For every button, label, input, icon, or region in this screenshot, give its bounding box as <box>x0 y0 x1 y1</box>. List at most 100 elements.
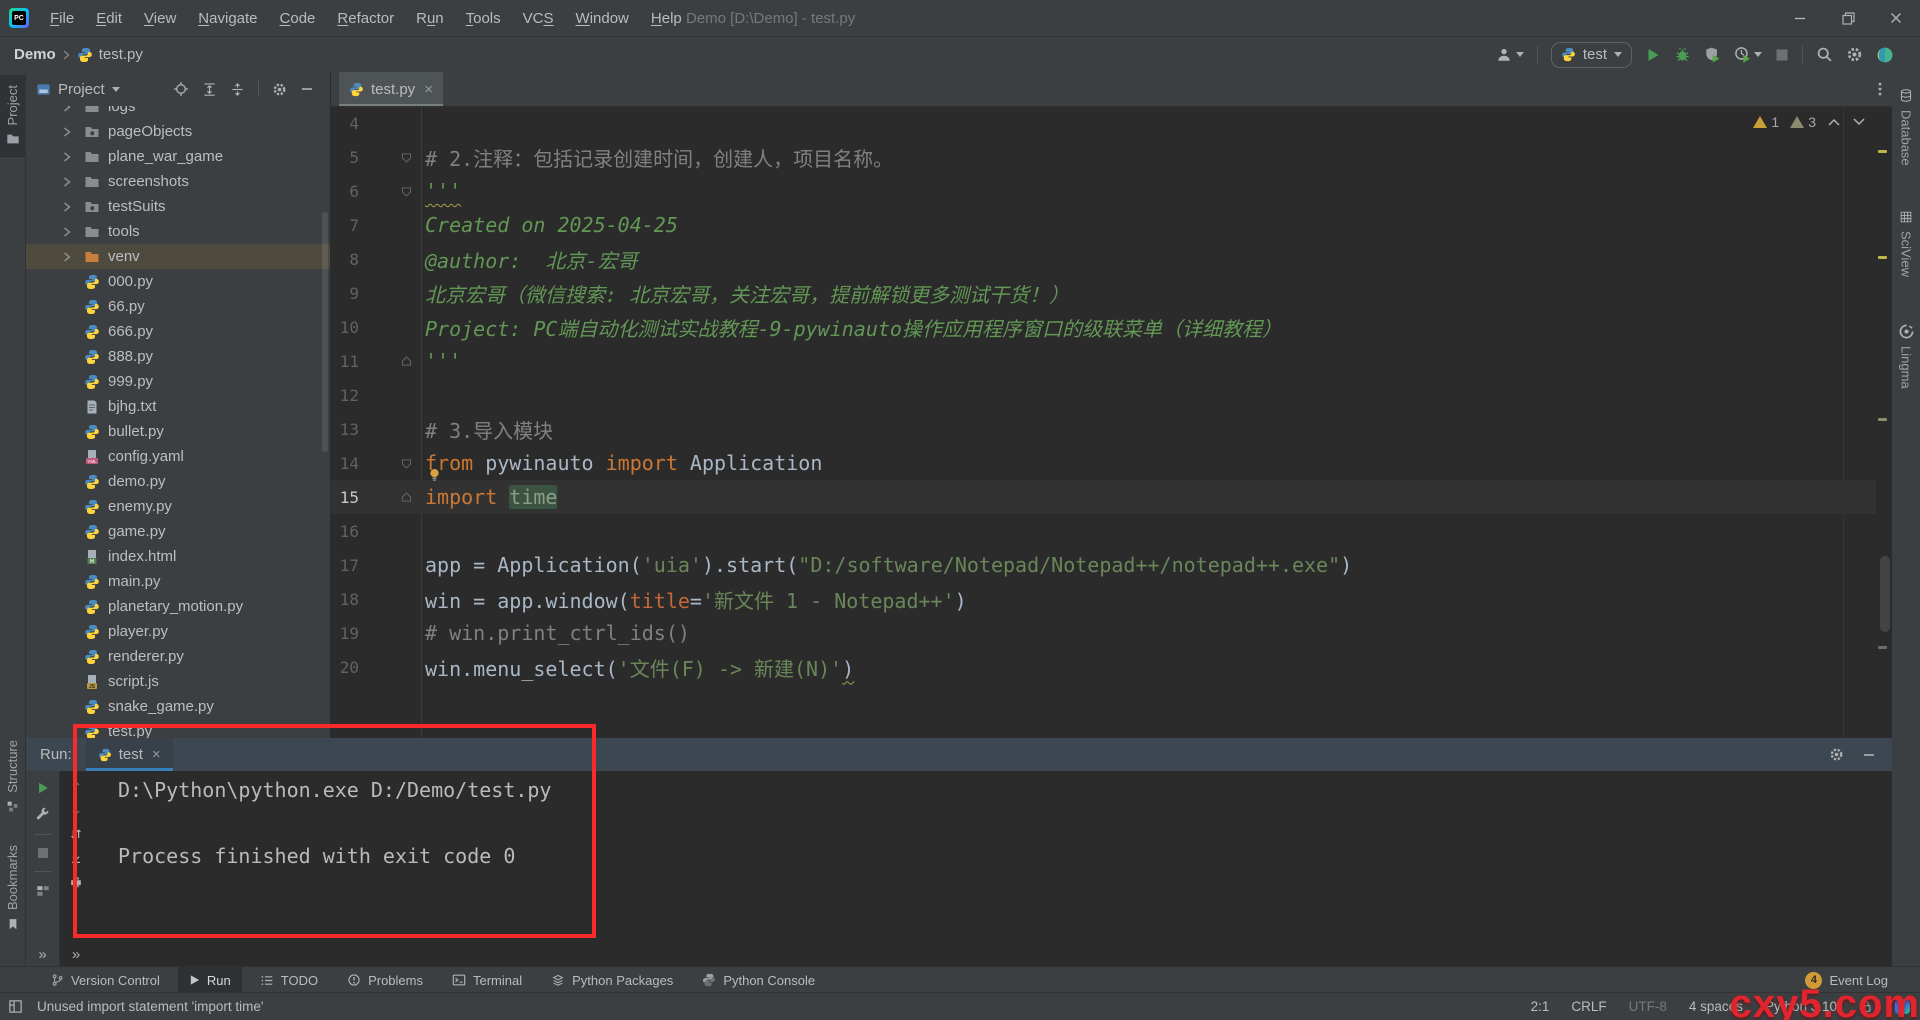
tree-item-game.py[interactable]: game.py <box>26 519 330 544</box>
ai-assistant-sphere-icon[interactable] <box>1876 46 1894 64</box>
tree-item-script.js[interactable]: JS script.js <box>26 669 330 694</box>
tree-item-66.py[interactable]: 66.py <box>26 294 330 319</box>
code-line-6[interactable]: 6 ''' <box>331 174 1876 208</box>
menu-tools[interactable]: Tools <box>455 10 512 27</box>
tree-item-player.py[interactable]: player.py <box>26 619 330 644</box>
project-scrollbar[interactable] <box>322 212 328 452</box>
line-number[interactable]: 11 <box>331 352 359 371</box>
more-options-icon[interactable]: » <box>38 946 46 963</box>
fold-marker-icon[interactable] <box>359 185 421 198</box>
stripe-bookmarks-button[interactable]: Bookmarks <box>0 845 25 931</box>
inspections-widget[interactable]: 1 3 <box>1753 114 1866 130</box>
tree-item-config.yaml[interactable]: YML config.yaml <box>26 444 330 469</box>
prev-warning-icon[interactable] <box>1827 117 1841 127</box>
tree-item-planetary_motion.py[interactable]: planetary_motion.py <box>26 594 330 619</box>
toolwindow-run[interactable]: Run <box>177 967 242 993</box>
line-number[interactable]: 9 <box>331 284 359 303</box>
status-2-1[interactable]: 2:1 <box>1531 999 1550 1014</box>
hide-run-panel-icon[interactable] <box>1862 748 1876 762</box>
tree-item-snake_game.py[interactable]: snake_game.py <box>26 694 330 719</box>
error-stripe[interactable] <box>1878 106 1888 738</box>
down-stack-trace-icon[interactable] <box>69 803 83 817</box>
line-number[interactable]: 10 <box>331 318 359 337</box>
code-line-7[interactable]: 7 Created on 2025-04-25 <box>331 208 1876 242</box>
code-line-17[interactable]: 17 app = Application('uia').start("D:/sof… <box>331 548 1876 582</box>
stop-button[interactable] <box>1775 48 1789 62</box>
tree-item-logs[interactable]: logs <box>26 106 330 119</box>
menu-window[interactable]: Window <box>565 10 640 27</box>
menu-navigate[interactable]: Navigate <box>187 10 268 27</box>
tree-item-666.py[interactable]: 666.py <box>26 319 330 344</box>
code-line-4[interactable]: 4 <box>331 106 1876 140</box>
locate-file-icon[interactable] <box>173 81 189 97</box>
fold-marker-icon[interactable] <box>359 355 421 368</box>
line-number[interactable]: 12 <box>331 386 359 405</box>
breadcrumb-project[interactable]: Demo <box>14 46 56 63</box>
editor-tab-test-py[interactable]: test.py × <box>339 72 443 106</box>
stripe-structure-button[interactable]: Structure <box>0 740 25 813</box>
restore-button[interactable] <box>1824 0 1872 36</box>
code-line-12[interactable]: 12 <box>331 378 1876 412</box>
chevron-right-icon[interactable] <box>62 226 84 238</box>
code-line-14[interactable]: 14 from pywinauto import Application <box>331 446 1876 481</box>
gear-icon[interactable] <box>272 82 287 97</box>
tree-item-bullet.py[interactable]: bullet.py <box>26 419 330 444</box>
tree-item-pageObjects[interactable]: pageObjects <box>26 119 330 144</box>
tree-item-renderer.py[interactable]: renderer.py <box>26 644 330 669</box>
code-line-19[interactable]: 19 # win.print_ctrl_ids() <box>331 616 1876 650</box>
toolwindow-version-control[interactable]: Version Control <box>40 967 171 993</box>
stop-button[interactable] <box>37 847 49 859</box>
debug-button[interactable] <box>1674 46 1691 63</box>
close-tab-icon[interactable]: × <box>152 746 161 763</box>
chevron-right-icon[interactable] <box>62 126 84 138</box>
tree-item-enemy.py[interactable]: enemy.py <box>26 494 330 519</box>
tree-item-bjhg.txt[interactable]: bjhg.txt <box>26 394 330 419</box>
menu-file[interactable]: File <box>39 10 85 27</box>
chevron-right-icon[interactable] <box>62 151 84 163</box>
run-with-coverage-button[interactable] <box>1704 46 1721 63</box>
up-stack-trace-icon[interactable] <box>69 779 83 793</box>
code-line-11[interactable]: 11 ''' <box>331 344 1876 378</box>
collapse-all-icon[interactable] <box>230 82 245 97</box>
line-number[interactable]: 19 <box>331 624 359 643</box>
menu-run[interactable]: Run <box>405 10 455 27</box>
status-crlf[interactable]: CRLF <box>1571 999 1606 1014</box>
tree-item-venv[interactable]: venv <box>26 244 330 269</box>
line-number[interactable]: 16 <box>331 522 359 541</box>
stripe-database-button[interactable]: Database <box>1892 88 1920 166</box>
profiler-button[interactable] <box>1734 46 1762 63</box>
tree-item-main.py[interactable]: main.py <box>26 569 330 594</box>
breadcrumb-file[interactable]: test.py <box>99 46 143 63</box>
expand-all-icon[interactable] <box>202 82 217 97</box>
tree-item-plane_war_game[interactable]: plane_war_game <box>26 144 330 169</box>
chevron-right-icon[interactable] <box>62 176 84 188</box>
chevron-right-icon[interactable] <box>62 201 84 213</box>
line-number[interactable]: 7 <box>331 216 359 235</box>
line-number[interactable]: 18 <box>331 590 359 609</box>
menu-help[interactable]: Help <box>640 10 693 27</box>
tree-item-888.py[interactable]: 888.py <box>26 344 330 369</box>
tab-options-icon[interactable] <box>1878 81 1882 97</box>
run-button[interactable] <box>1645 47 1661 63</box>
toolwindow-python-console[interactable]: Python Console <box>691 967 826 993</box>
toolwindow-python-packages[interactable]: Python Packages <box>540 967 684 993</box>
code-line-18[interactable]: 18 win = app.window(title='新文件 1 - Notepa… <box>331 582 1876 616</box>
line-number[interactable]: 14 <box>331 454 359 473</box>
code-line-5[interactable]: 5 # 2.注释：包括记录创建时间，创建人，项目名称。 <box>331 140 1876 174</box>
chevron-right-icon[interactable] <box>62 106 84 113</box>
line-number[interactable]: 6 <box>331 182 359 201</box>
close-button[interactable] <box>1872 0 1920 36</box>
scroll-to-end-icon[interactable] <box>69 851 83 865</box>
code-line-8[interactable]: 8 @author: 北京-宏哥 <box>331 242 1876 276</box>
code-line-10[interactable]: 10 Project: PC端自动化测试实战教程-9-pywinauto操作应用程… <box>331 310 1876 344</box>
tree-item-index.html[interactable]: Hindex.html <box>26 544 330 569</box>
tree-item-test.py[interactable]: test.py <box>26 719 330 738</box>
menu-edit[interactable]: Edit <box>85 10 133 27</box>
line-number[interactable]: 5 <box>331 148 359 167</box>
tree-item-demo.py[interactable]: demo.py <box>26 469 330 494</box>
fold-marker-icon[interactable] <box>359 491 421 504</box>
toolwindow-problems[interactable]: Problems <box>336 967 434 993</box>
line-number[interactable]: 8 <box>331 250 359 269</box>
toolwindow-todo[interactable]: TODO <box>249 967 329 993</box>
project-panel-title[interactable]: Project <box>58 81 105 98</box>
